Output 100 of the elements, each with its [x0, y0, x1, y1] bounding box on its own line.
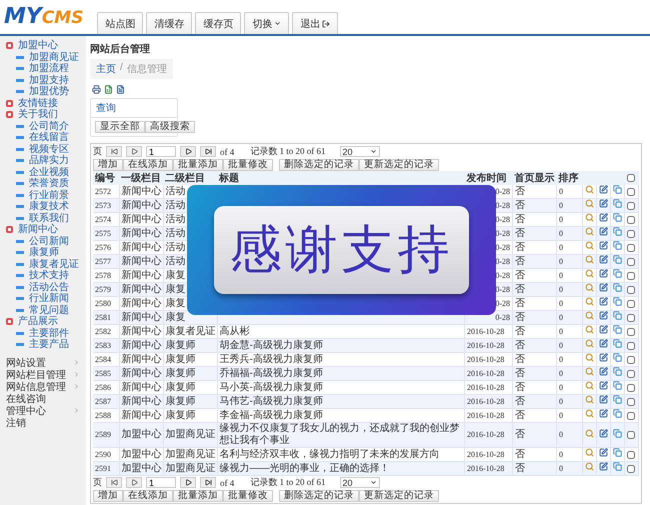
sidebar-item[interactable]: 康复技术 — [6, 201, 86, 212]
action-button[interactable]: 批量修改 — [223, 490, 273, 502]
nav-tab[interactable]: 站点图 — [97, 12, 144, 34]
search-icon[interactable] — [585, 269, 594, 278]
edit-icon[interactable] — [599, 428, 608, 438]
menu-item[interactable]: 网站设置 — [6, 356, 86, 368]
row-checkbox[interactable] — [627, 412, 635, 420]
sidebar-item[interactable]: 主要产品 — [6, 339, 86, 350]
edit-icon[interactable] — [599, 448, 608, 457]
row-checkbox[interactable] — [627, 230, 635, 238]
home-link[interactable]: 主页 — [96, 62, 116, 76]
query-button[interactable]: 显示全部 — [95, 121, 145, 133]
copy-icon[interactable] — [613, 339, 622, 348]
last-page-button[interactable] — [200, 146, 216, 157]
action-button[interactable]: 批量添加 — [173, 158, 223, 170]
page-input[interactable]: 1 — [146, 477, 176, 488]
search-icon[interactable] — [585, 395, 594, 404]
sidebar-item[interactable]: 主要部件 — [6, 328, 86, 339]
menu-item[interactable]: 管理中心 — [6, 404, 86, 416]
sidebar-item[interactable]: 行业新闻 — [6, 293, 86, 304]
previous-page-button[interactable] — [126, 477, 142, 488]
sidebar-item[interactable]: 公司简介 — [6, 120, 86, 132]
copy-icon[interactable] — [613, 283, 622, 292]
exit-icon[interactable] — [322, 20, 330, 28]
search-icon[interactable] — [585, 353, 594, 362]
caret-icon[interactable] — [274, 20, 282, 27]
search-icon[interactable] — [585, 283, 594, 292]
action-button[interactable]: 批量添加 — [173, 490, 223, 502]
sidebar-item[interactable]: 公司新闻 — [6, 236, 86, 247]
sidebar-item[interactable]: 品牌实力 — [6, 155, 86, 166]
row-checkbox[interactable] — [627, 286, 635, 294]
next-page-button[interactable] — [180, 146, 196, 157]
sidebar-item[interactable]: 活动公告 — [6, 282, 86, 293]
copy-icon[interactable] — [613, 227, 622, 236]
copy-icon[interactable] — [613, 462, 622, 471]
search-icon[interactable] — [585, 311, 594, 320]
row-checkbox[interactable] — [627, 258, 635, 266]
edit-icon[interactable] — [599, 367, 608, 376]
action-button[interactable]: 删除选定的记录 — [279, 158, 359, 170]
row-checkbox[interactable] — [627, 244, 635, 252]
edit-icon[interactable] — [599, 227, 608, 236]
skip-forward-icon[interactable] — [204, 148, 212, 155]
edit-icon[interactable] — [599, 185, 608, 194]
edit-icon[interactable] — [599, 283, 608, 292]
left-triangle-icon[interactable] — [130, 479, 138, 486]
edit-icon[interactable] — [599, 241, 608, 250]
sidebar-item[interactable]: 加盟商见证 — [6, 52, 86, 63]
action-button[interactable]: 在线添加 — [123, 158, 173, 170]
search-icon[interactable] — [585, 213, 594, 222]
first-page-button[interactable] — [106, 477, 122, 488]
edit-icon[interactable] — [599, 199, 608, 208]
row-checkbox[interactable] — [627, 272, 635, 280]
row-checkbox[interactable] — [627, 314, 635, 322]
copy-icon[interactable] — [613, 311, 622, 320]
action-button[interactable]: 增加 — [93, 490, 123, 502]
search-icon[interactable] — [585, 462, 594, 471]
edit-icon[interactable] — [599, 462, 608, 471]
copy-icon[interactable] — [613, 395, 622, 404]
search-icon[interactable] — [585, 185, 594, 194]
copy-icon[interactable] — [613, 255, 622, 264]
copy-icon[interactable] — [613, 381, 622, 390]
caret-icon[interactable] — [370, 148, 376, 155]
edit-icon[interactable] — [599, 311, 608, 320]
sidebar-item[interactable]: 企业视频 — [6, 166, 86, 178]
left-triangle-icon[interactable] — [130, 148, 138, 155]
search-icon[interactable] — [585, 428, 594, 438]
previous-page-button[interactable] — [126, 146, 142, 157]
sidebar-item[interactable]: 行业前景 — [6, 190, 86, 201]
right-triangle-icon[interactable] — [184, 479, 192, 486]
copy-icon[interactable] — [613, 241, 622, 250]
action-button[interactable]: 批量修改 — [223, 158, 273, 170]
edit-icon[interactable] — [599, 339, 608, 348]
row-checkbox[interactable] — [627, 188, 635, 196]
sidebar-group[interactable]: 加盟中心 — [6, 40, 86, 52]
search-icon[interactable] — [585, 339, 594, 348]
sidebar-item[interactable]: 加盟支持 — [6, 74, 86, 86]
skip-forward-icon[interactable] — [204, 479, 212, 486]
nav-tab[interactable]: 清缓存 — [146, 12, 192, 34]
edit-icon[interactable] — [599, 395, 608, 404]
row-checkbox[interactable] — [627, 328, 635, 336]
row-checkbox[interactable] — [627, 370, 635, 378]
sidebar-group[interactable]: 新闻中心 — [6, 224, 86, 236]
sidebar-item[interactable]: 联系我们 — [6, 212, 86, 224]
nav-tab[interactable]: 缓存页 — [195, 12, 242, 34]
copy-icon[interactable] — [613, 428, 622, 438]
row-checkbox[interactable] — [627, 464, 635, 472]
edit-icon[interactable] — [599, 353, 608, 362]
next-page-button[interactable] — [180, 477, 196, 488]
row-checkbox[interactable] — [627, 450, 635, 458]
copy-icon[interactable] — [613, 325, 622, 334]
nav-tab[interactable]: 切换 — [244, 12, 290, 34]
nav-tab[interactable]: 退出 — [292, 12, 338, 34]
row-checkbox[interactable] — [627, 216, 635, 224]
search-icon[interactable] — [585, 255, 594, 264]
query-button[interactable]: 高级搜索 — [145, 121, 195, 133]
sidebar-item[interactable]: 加盟优势 — [6, 86, 86, 98]
action-button[interactable]: 更新选定的记录 — [359, 158, 439, 170]
spreadsheet-icon[interactable] — [104, 85, 113, 94]
copy-icon[interactable] — [613, 199, 622, 208]
sidebar-item[interactable]: 加盟流程 — [6, 63, 86, 74]
